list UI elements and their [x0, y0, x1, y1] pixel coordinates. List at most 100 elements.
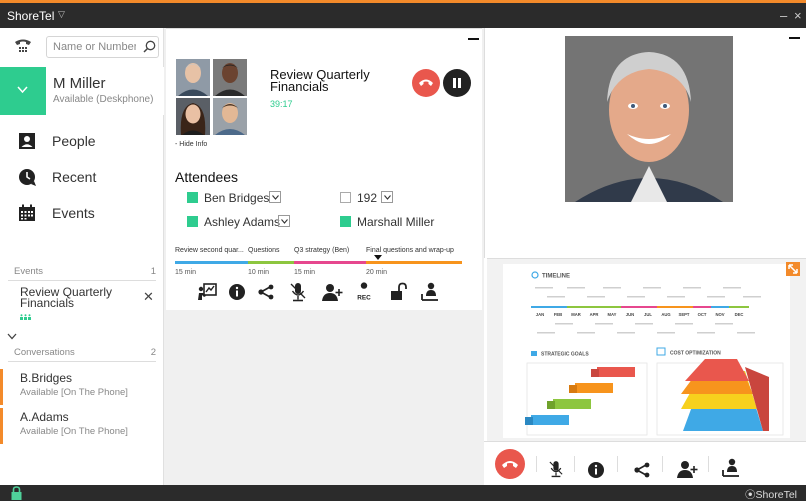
info-icon[interactable]	[228, 281, 246, 303]
attendee-dropdown-button[interactable]	[278, 215, 290, 227]
conversation-item[interactable]: B.Bridges Available [On The Phone]	[0, 369, 164, 405]
hang-up-icon	[502, 461, 518, 468]
end-call-button[interactable]	[412, 69, 440, 97]
conversation-name: B.Bridges	[20, 371, 73, 385]
slide-month-label: DEC	[735, 312, 744, 317]
attendee-status-indicator	[187, 192, 198, 203]
footer-brand-text: ShoreTel	[755, 489, 797, 501]
conversations-section-header: Conversations 2	[0, 345, 164, 361]
divider	[708, 456, 709, 472]
call-title: Review Quarterly Financials	[270, 67, 370, 94]
slide-strategic-goals-heading: STRATEGIC GOALS	[541, 352, 589, 358]
recent-icon	[19, 169, 36, 186]
sidebar: M Miller Available (Deskphone) People Re…	[0, 28, 164, 485]
attendee-item[interactable]: Ashley Adams	[187, 215, 317, 231]
user-status-toggle[interactable]	[0, 67, 46, 115]
chevron-down-icon	[272, 195, 279, 200]
video-panel	[484, 28, 806, 258]
conversation-status: Available [On The Phone]	[20, 426, 128, 437]
footer-brand: ⦿ShoreTel	[745, 487, 797, 501]
mute-microphone-icon[interactable]	[290, 281, 306, 303]
minimize-video-button[interactable]	[789, 37, 800, 39]
slide-month-label: APR	[590, 312, 599, 317]
participants-icon	[20, 314, 31, 320]
expand-events-chevron-icon[interactable]	[7, 333, 17, 340]
call-timer: 39:17	[270, 99, 293, 109]
slide-month-label: AUG	[661, 312, 670, 317]
divider	[574, 456, 575, 472]
slide-month-label: MAY	[608, 312, 617, 317]
attendee-name: Ashley Adams	[204, 215, 281, 229]
nav-item-recent[interactable]: Recent	[0, 160, 164, 196]
hold-button[interactable]	[443, 69, 471, 97]
agenda-segment	[248, 261, 294, 264]
avatar	[213, 98, 247, 135]
call-controls-bar	[484, 441, 806, 485]
conversation-status: Available [On The Phone]	[20, 387, 128, 398]
search-icon[interactable]	[143, 40, 156, 53]
presenter-mode-icon[interactable]	[197, 281, 217, 303]
attendee-status-indicator	[187, 216, 198, 227]
app-menu-chevron-icon[interactable]: ▽	[58, 9, 65, 20]
nav-item-people[interactable]: People	[0, 124, 164, 160]
app-window: ShoreTel ▽ – × M Miller Available (Deskp…	[0, 0, 806, 501]
shared-screen: TIMELINE JAN FEB MAR APR MAY JUN JUL AUG…	[487, 258, 806, 441]
slide-month-label: MAR	[571, 312, 581, 317]
slide-month-label: JAN	[536, 312, 544, 317]
event-title: Review Quarterly Financials	[20, 285, 113, 310]
attendee-item[interactable]: 192	[340, 191, 400, 207]
search-row	[0, 28, 164, 66]
nav-label-events: Events	[52, 205, 95, 221]
add-participant-icon[interactable]	[677, 454, 699, 484]
transfer-call-icon[interactable]	[722, 453, 740, 483]
end-call-button[interactable]	[495, 449, 525, 479]
nav-label-recent: Recent	[52, 169, 97, 185]
attendee-status-indicator	[340, 192, 351, 203]
share-icon[interactable]	[633, 455, 651, 485]
nav-label-people: People	[52, 133, 96, 149]
attendee-dropdown-button[interactable]	[381, 191, 393, 203]
nav-item-events[interactable]: Events	[0, 196, 164, 232]
unlock-icon[interactable]	[390, 281, 408, 303]
add-participant-icon[interactable]	[322, 281, 344, 303]
info-icon[interactable]	[587, 455, 605, 485]
hide-info-link[interactable]: - Hide Info	[175, 141, 207, 148]
attendee-dropdown-button[interactable]	[269, 191, 281, 203]
attendees-heading: Attendees	[175, 169, 239, 185]
participant-avatars	[176, 59, 247, 135]
close-window-button[interactable]: ×	[794, 8, 802, 23]
dialpad-phone-icon[interactable]	[14, 37, 32, 55]
minimize-panel-button[interactable]	[468, 38, 479, 40]
attendee-item[interactable]: Marshall Miller	[340, 215, 450, 231]
app-name: ShoreTel	[7, 9, 55, 23]
chevron-down-icon	[281, 219, 288, 224]
attendee-name: Ben Bridges	[204, 191, 270, 205]
user-status: Available (Deskphone)	[53, 94, 154, 105]
chevron-down-icon	[17, 86, 28, 93]
close-event-button[interactable]: ✕	[143, 289, 154, 305]
agenda-item-label: Final questions and wrap-up	[366, 247, 454, 254]
attendee-item[interactable]: Ben Bridges	[187, 191, 307, 207]
status-bar: ⦿ShoreTel	[0, 485, 806, 501]
mute-microphone-icon[interactable]	[549, 454, 563, 484]
lock-icon[interactable]	[11, 486, 22, 500]
transfer-call-icon[interactable]	[421, 281, 439, 303]
share-icon[interactable]	[257, 281, 275, 303]
slide-month-label: JUL	[644, 312, 652, 317]
agenda-duration: 20 min	[366, 269, 388, 276]
slide-month-label: NOV	[715, 312, 724, 317]
slide-timeline-heading: TIMELINE	[542, 274, 570, 280]
divider	[8, 280, 156, 281]
current-user-row[interactable]: M Miller Available (Deskphone)	[0, 67, 164, 115]
record-icon[interactable]: REC	[356, 281, 372, 303]
expand-share-button[interactable]	[786, 262, 800, 276]
avatar	[176, 98, 210, 135]
divider	[617, 456, 618, 472]
event-item[interactable]: Review Quarterly Financials ✕	[0, 285, 164, 329]
slide-month-label: JUN	[626, 312, 634, 317]
minimize-window-button[interactable]: –	[780, 8, 787, 23]
agenda-segment	[294, 261, 366, 264]
conversation-item[interactable]: A.Adams Available [On The Phone]	[0, 408, 164, 444]
brand-logo-icon: ⦿	[745, 489, 756, 501]
agenda-duration: 15 min	[175, 269, 197, 276]
